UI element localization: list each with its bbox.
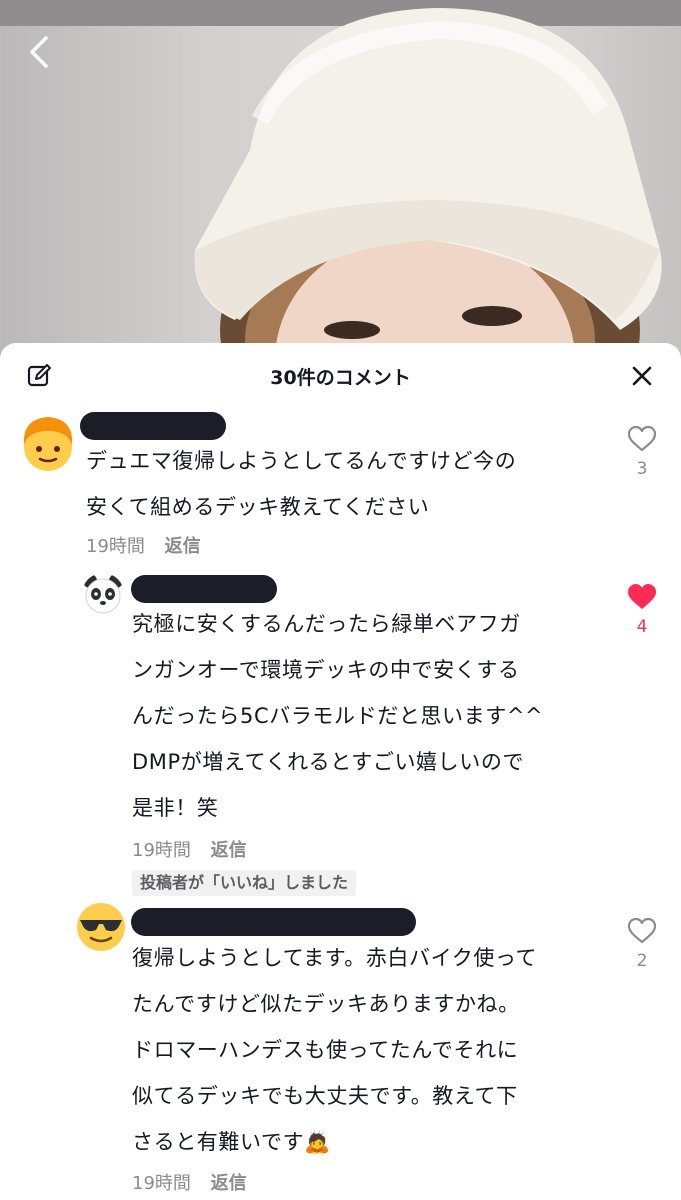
comment-meta: 19時間 返信 [132, 836, 247, 862]
comment-timestamp: 19時間 [132, 840, 191, 861]
creator-liked-badge: 投稿者が「いいね」しました [132, 870, 357, 896]
sunglasses-emoji-icon[interactable] [76, 902, 126, 952]
comments-sheet: 30件のコメント デュエマ復帰しようとしてるんですけど今の 安くて組めるデッキ教… [0, 343, 681, 1200]
username-redacted[interactable] [131, 908, 416, 936]
comment-text: 究極に安くするんだったら緑単ベアフガ ンガンオーで環境デッキの中で安くする んだ… [132, 612, 544, 820]
comment-timestamp: 19時間 [132, 1173, 191, 1194]
comment-text: デュエマ復帰しようとしてるんですけど今の 安くて組めるデッキ教えてください [86, 449, 517, 519]
panda-emoji-icon[interactable] [82, 573, 124, 615]
comment-timestamp: 19時間 [86, 536, 145, 557]
like-count: 2 [636, 951, 648, 971]
comment-meta: 19時間 返信 [132, 1169, 247, 1195]
back-arrow-icon[interactable] [18, 30, 62, 74]
reply-button[interactable]: 返信 [211, 840, 247, 861]
like-button[interactable]: 4 [622, 583, 662, 637]
heart-outline-icon [627, 425, 657, 452]
heart-filled-icon [628, 584, 656, 609]
like-count: 3 [636, 459, 648, 479]
person-emoji-icon[interactable] [20, 413, 76, 473]
like-button[interactable]: 3 [622, 425, 662, 479]
reply-button[interactable]: 返信 [211, 1173, 247, 1194]
like-count: 4 [636, 617, 648, 637]
video-background [0, 0, 681, 380]
like-button[interactable]: 2 [622, 917, 662, 971]
comments-title: 30件のコメント [270, 367, 411, 389]
comment-text: 復帰しようとしてます。赤白バイク使って たんですけど似たデッキありますかね。 ド… [132, 946, 538, 1154]
username-redacted[interactable] [131, 575, 277, 603]
comments-header: 30件のコメント [0, 343, 681, 409]
comment-meta: 19時間 返信 [86, 532, 201, 558]
heart-outline-icon [627, 917, 657, 944]
reply-button[interactable]: 返信 [165, 536, 201, 557]
video-frame-person [194, 8, 662, 380]
close-icon[interactable] [629, 363, 655, 389]
username-redacted[interactable] [80, 412, 226, 440]
